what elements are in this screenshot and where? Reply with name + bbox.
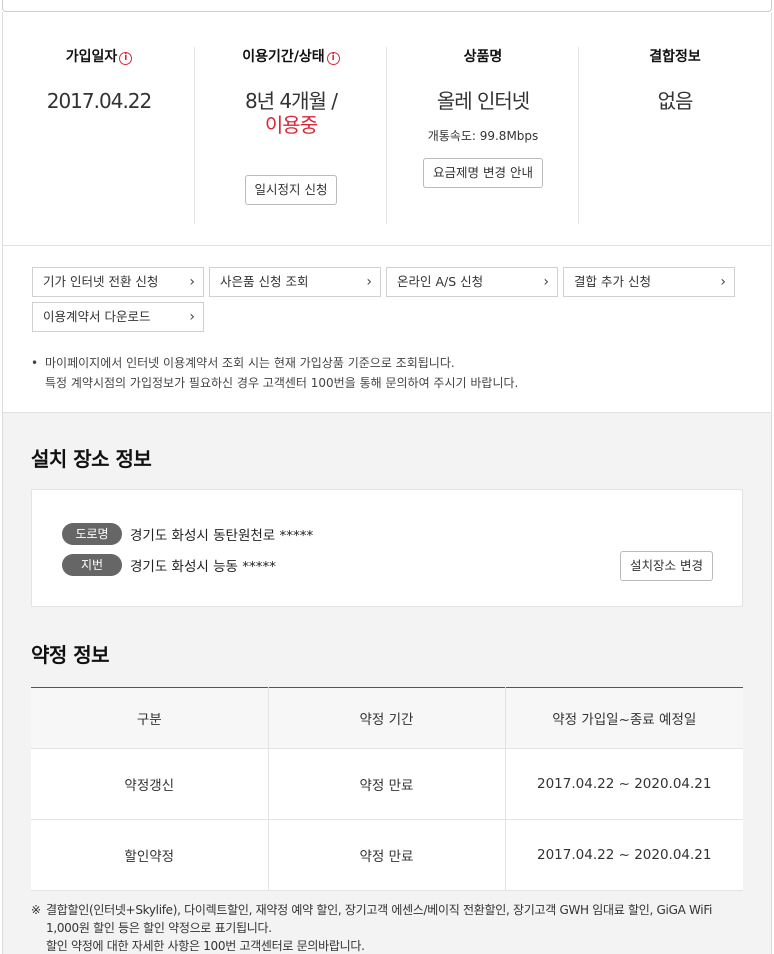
add-bundle-button[interactable]: 결합 추가 신청 ›: [563, 267, 735, 297]
join-date-title: 가입일자 i: [3, 47, 195, 67]
top-card-edge: [2, 0, 772, 12]
period-value: 8년 4개월 /: [244, 89, 338, 113]
column-header: 약정 가입일~종료 예정일: [504, 687, 743, 749]
table-header-row: 구분 약정 기간 약정 가입일~종료 예정일: [31, 687, 743, 749]
subscription-summary: 가입일자 i 2017.04.22 이용기간/상태 i 8년 4개월 / 이용중 일…: [3, 12, 771, 246]
online-as-request-button[interactable]: 온라인 A/S 신청 ›: [386, 267, 558, 297]
discount-footnote: ※ 결합할인(인터넷+Skylife), 다이렉트할인, 재약정 예약 할인, …: [31, 903, 713, 953]
gift-inquiry-button[interactable]: 사은품 신청 조회 ›: [209, 267, 381, 297]
speed-text: 개통속도: 99.8Mbps: [427, 129, 539, 143]
install-location-title: 설치 장소 정보: [31, 447, 152, 471]
product-value: 올레 인터넷: [436, 89, 530, 113]
lot-address-row: 지번 경기도 화성시 능동 *****: [62, 554, 276, 576]
status-text: 이용중: [264, 113, 318, 137]
table-cell: 2017.04.22 ~ 2020.04.21: [504, 748, 743, 820]
plan-name-change-button[interactable]: 요금제명 변경 안내: [423, 158, 543, 188]
period-title: 이용기간/상태 i: [195, 47, 387, 67]
contract-download-button[interactable]: 이용계약서 다운로드 ›: [32, 302, 204, 332]
contract-info-title: 약정 정보: [31, 643, 110, 667]
period-column: 이용기간/상태 i 8년 4개월 / 이용중 일시정지 신청: [195, 47, 387, 224]
contract-table: 구분 약정 기간 약정 가입일~종료 예정일 약정갱신 약정 만료 2017.0…: [31, 687, 743, 891]
bundle-value: 없음: [657, 89, 694, 113]
info-icon[interactable]: i: [326, 52, 340, 65]
pause-service-button[interactable]: 일시정지 신청: [244, 175, 338, 205]
column-header: 약정 기간: [267, 687, 505, 749]
info-icon[interactable]: i: [119, 52, 133, 65]
chevron-right-icon: ›: [189, 274, 195, 290]
chevron-right-icon: ›: [543, 274, 549, 290]
bullet: •: [31, 356, 39, 370]
table-cell: 약정 만료: [267, 748, 505, 820]
lot-address: 경기도 화성시 능동 *****: [130, 559, 276, 575]
join-date-value: 2017.04.22: [46, 89, 153, 113]
details-section: 설치 장소 정보 도로명 경기도 화성시 동탄원천로 ***** 지번 경기도 화성…: [3, 412, 771, 954]
table-cell: 약정 만료: [267, 819, 505, 891]
road-name-badge: 도로명: [62, 523, 122, 545]
install-address-box: 도로명 경기도 화성시 동탄원천로 ***** 지번 경기도 화성시 능동 ****…: [31, 489, 743, 607]
product-title: 상품명: [463, 49, 503, 65]
road-address: 경기도 화성시 동탄원천로 *****: [130, 528, 314, 544]
table-cell: 할인약정: [31, 819, 268, 891]
lot-number-badge: 지번: [62, 554, 122, 576]
notice-text: • 마이페이지에서 인터넷 이용계약서 조회 시는 현재 가입상품 기준으로 조…: [31, 353, 518, 393]
join-date-column: 가입일자 i 2017.04.22: [3, 47, 195, 224]
road-address-row: 도로명 경기도 화성시 동탄원천로 *****: [62, 523, 313, 545]
bundle-column: 결합정보 없음: [579, 47, 771, 224]
column-header: 구분: [31, 687, 268, 749]
table-cell: 약정갱신: [31, 748, 268, 820]
table-cell: 2017.04.22 ~ 2020.04.21: [504, 819, 743, 891]
note-mark: ※: [31, 903, 41, 917]
giga-internet-switch-button[interactable]: 기가 인터넷 전환 신청 ›: [32, 267, 204, 297]
product-column: 상품명 올레 인터넷 개통속도: 99.8Mbps 요금제명 변경 안내: [387, 47, 579, 224]
quick-links: 기가 인터넷 전환 신청 › 사은품 신청 조회 › 온라인 A/S 신청 › 결합 …: [3, 247, 771, 412]
table-row: 약정갱신 약정 만료 2017.04.22 ~ 2020.04.21: [31, 748, 743, 820]
bundle-title: 결합정보: [649, 49, 701, 65]
chevron-right-icon: ›: [189, 309, 195, 325]
table-row: 할인약정 약정 만료 2017.04.22 ~ 2020.04.21: [31, 819, 743, 891]
chevron-right-icon: ›: [366, 274, 372, 290]
chevron-right-icon: ›: [720, 274, 726, 290]
install-location-change-button[interactable]: 설치장소 변경: [620, 551, 713, 581]
